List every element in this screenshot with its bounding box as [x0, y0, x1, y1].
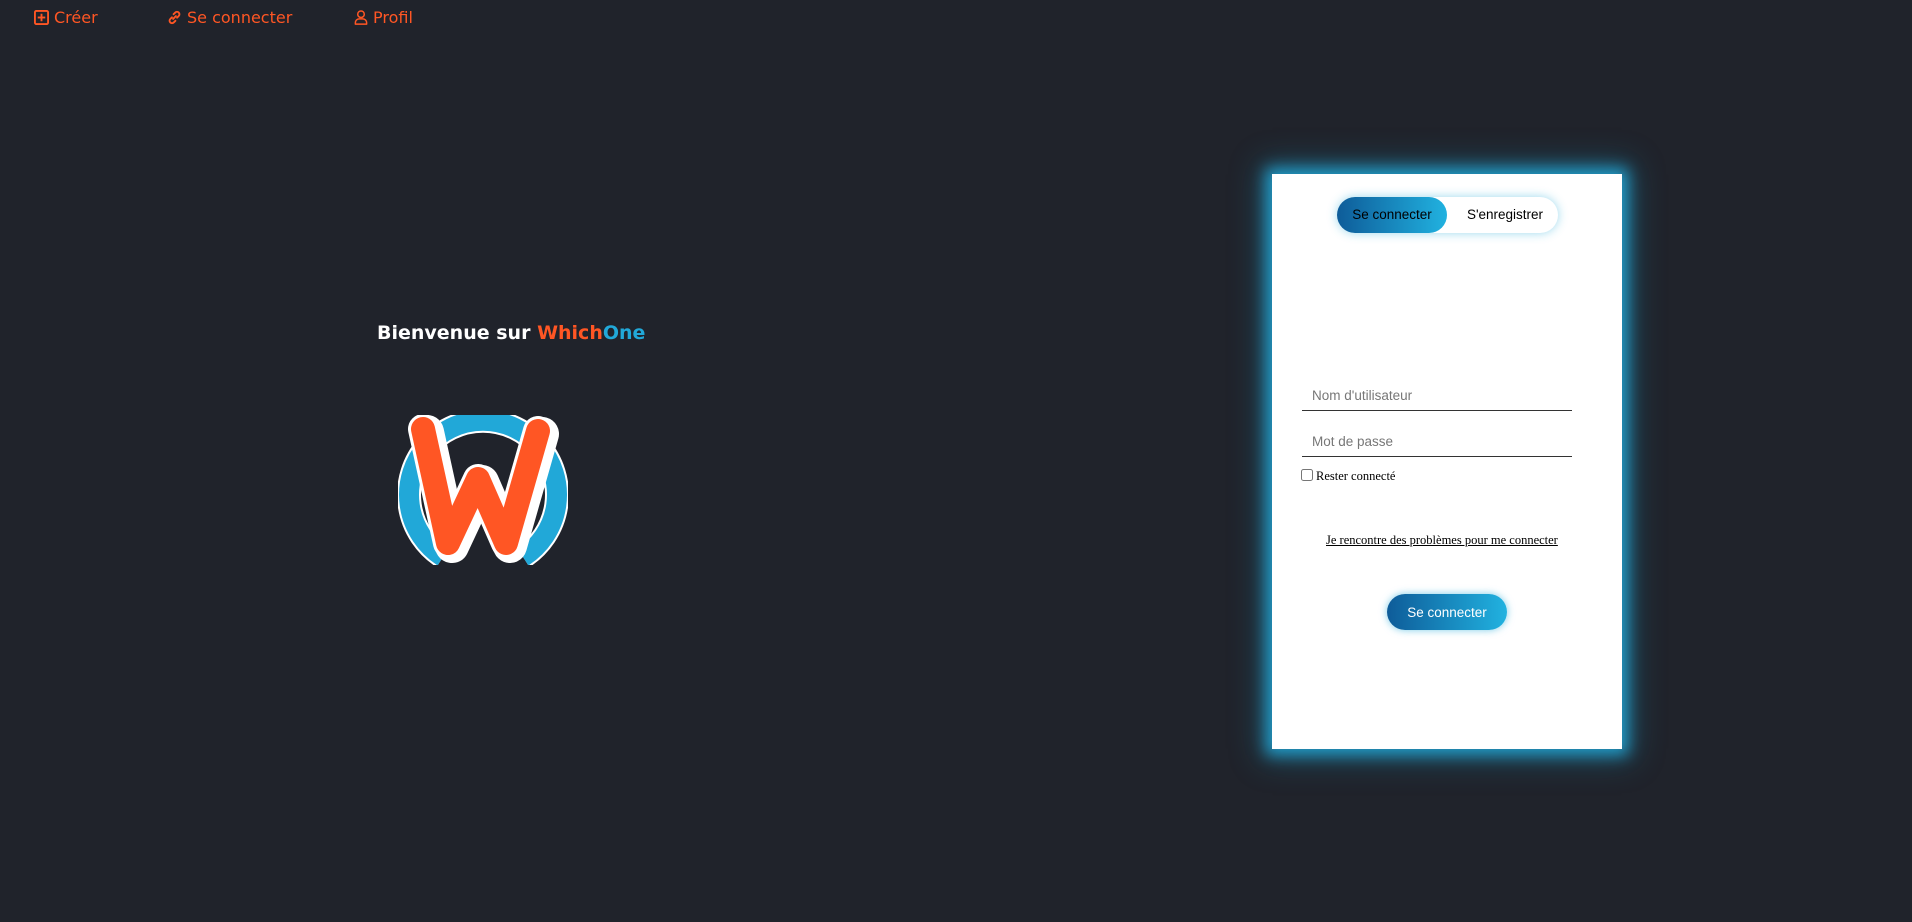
remember-me-label: Rester connecté — [1316, 469, 1396, 483]
tab-login[interactable]: Se connecter — [1337, 197, 1447, 233]
plus-square-icon — [34, 10, 49, 25]
remember-me-checkbox[interactable] — [1301, 468, 1313, 481]
nav-profile-label: Profil — [373, 8, 413, 27]
nav-create-label: Créer — [54, 8, 98, 27]
whichone-logo — [398, 415, 568, 565]
login-card: Se connecter S'enregistrer Rester connec… — [1272, 174, 1622, 749]
brand-name-which: Which — [537, 322, 603, 344]
nav-login-link[interactable]: Se connecter — [167, 8, 292, 27]
auth-mode-switch: Se connecter S'enregistrer — [1337, 197, 1558, 233]
tab-register[interactable]: S'enregistrer — [1457, 197, 1553, 233]
remember-me: Rester connecté — [1301, 467, 1396, 483]
nav-profile-link[interactable]: Profil — [354, 8, 413, 27]
link-icon — [168, 10, 181, 25]
welcome-heading: Bienvenue sur WhichOne — [377, 322, 645, 344]
password-field[interactable] — [1302, 427, 1572, 457]
nav-create-link[interactable]: Créer — [34, 8, 98, 27]
login-help-link[interactable]: Je rencontre des problèmes pour me conne… — [1326, 533, 1558, 548]
welcome-prefix: Bienvenue sur — [377, 322, 538, 344]
username-field[interactable] — [1302, 381, 1572, 411]
brand-name-one: One — [602, 322, 646, 344]
user-icon — [354, 10, 368, 25]
login-submit-button[interactable]: Se connecter — [1387, 594, 1507, 630]
nav-login-label: Se connecter — [187, 8, 293, 27]
